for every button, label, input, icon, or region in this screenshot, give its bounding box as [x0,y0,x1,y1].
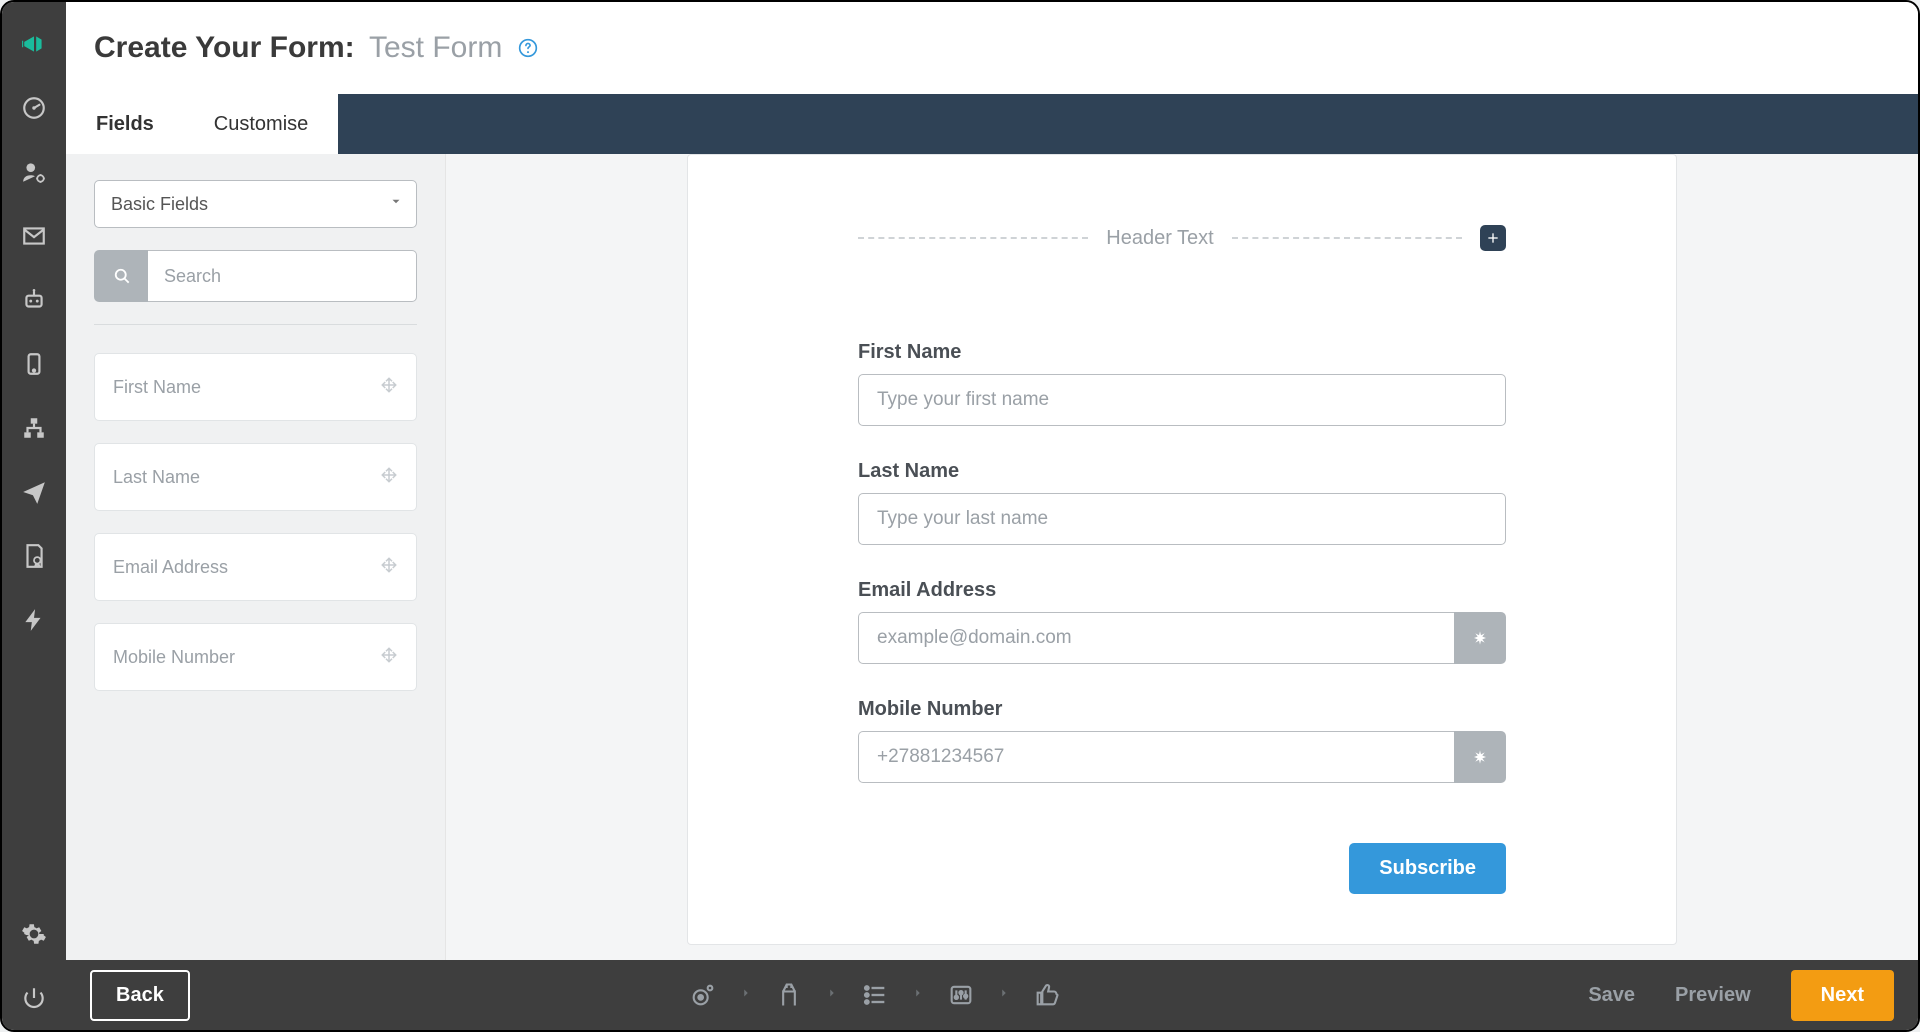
preview-link[interactable]: Preview [1675,984,1751,1007]
chevron-right-icon [825,986,839,1005]
nav-lightning-icon[interactable] [2,588,66,652]
label-email: Email Address [858,579,1506,602]
next-button[interactable]: Next [1791,970,1894,1021]
step-sliders-icon[interactable] [943,977,979,1013]
nav-settings-icon[interactable] [2,902,66,966]
tab-customise[interactable]: Customise [184,94,338,154]
chevron-right-icon [911,986,925,1005]
form-field-last-name: Last Name [858,460,1506,545]
input-mobile[interactable] [858,731,1454,783]
fields-panel: Basic Fields First Name [66,154,446,960]
chevron-right-icon [997,986,1011,1005]
field-tile-label: First Name [113,377,201,398]
field-tile-mobile[interactable]: Mobile Number [94,623,417,691]
drag-handle-icon [380,466,398,489]
nav-megaphone-icon[interactable] [2,12,66,76]
save-link[interactable]: Save [1588,984,1635,1007]
search-input[interactable] [148,250,417,302]
header-text-label: Header Text [1106,227,1213,250]
step-design-icon[interactable] [771,977,807,1013]
submit-row: Subscribe [858,843,1506,894]
footer-bar: Back [66,960,1918,1030]
step-thumbs-up-icon[interactable] [1029,977,1065,1013]
page-header: Create Your Form: Test Form [66,2,1918,94]
page-title-formname: Test Form [369,31,502,64]
nav-dashboard-icon[interactable] [2,76,66,140]
back-button[interactable]: Back [90,970,190,1021]
dashed-line-left [858,237,1088,239]
main-column: Create Your Form: Test Form Fields Custo… [66,2,1918,1030]
input-email[interactable] [858,612,1454,664]
add-header-button[interactable] [1480,225,1506,251]
nav-certificate-icon[interactable] [2,524,66,588]
field-category-select[interactable]: Basic Fields [94,180,417,228]
nav-rail [2,2,66,1030]
search-icon[interactable] [94,250,148,302]
tab-fields[interactable]: Fields [66,94,184,154]
field-tile-first-name[interactable]: First Name [94,353,417,421]
required-asterisk-icon [1454,731,1506,783]
page-title-prefix: Create Your Form: [94,31,355,64]
nav-power-icon[interactable] [2,966,66,1030]
panel-divider [94,324,417,325]
help-icon[interactable] [516,36,540,60]
chevron-right-icon [739,986,753,1005]
field-tile-label: Last Name [113,467,200,488]
form-card: Header Text First Name Last Name [687,154,1677,945]
nav-sitemap-icon[interactable] [2,396,66,460]
tabs-ribbon: Fields Customise [66,94,1918,154]
form-canvas: Header Text First Name Last Name [446,154,1918,960]
app-root: Create Your Form: Test Form Fields Custo… [0,0,1920,1032]
field-tile-last-name[interactable]: Last Name [94,443,417,511]
input-first-name[interactable] [858,374,1506,426]
nav-mobile-icon[interactable] [2,332,66,396]
subscribe-button[interactable]: Subscribe [1349,843,1506,894]
page-title: Create Your Form: Test Form [94,31,502,65]
input-last-name[interactable] [858,493,1506,545]
nav-robot-icon[interactable] [2,268,66,332]
form-field-email: Email Address [858,579,1506,664]
nav-mail-icon[interactable] [2,204,66,268]
nav-send-icon[interactable] [2,460,66,524]
drag-handle-icon [380,646,398,669]
label-mobile: Mobile Number [858,698,1506,721]
field-tile-email[interactable]: Email Address [94,533,417,601]
dashed-line-right [1232,237,1462,239]
form-field-first-name: First Name [858,341,1506,426]
label-last-name: Last Name [858,460,1506,483]
builder-area: Basic Fields First Name [66,154,1918,960]
step-settings-icon[interactable] [685,977,721,1013]
drag-handle-icon [380,376,398,399]
field-search-row [94,250,417,302]
drag-handle-icon [380,556,398,579]
field-tile-label: Mobile Number [113,647,235,668]
form-field-mobile: Mobile Number [858,698,1506,783]
wizard-steps [685,977,1065,1013]
field-tile-label: Email Address [113,557,228,578]
header-text-row: Header Text [858,225,1506,251]
label-first-name: First Name [858,341,1506,364]
field-category-select-wrap: Basic Fields [94,180,417,228]
required-asterisk-icon [1454,612,1506,664]
nav-user-settings-icon[interactable] [2,140,66,204]
step-list-icon[interactable] [857,977,893,1013]
